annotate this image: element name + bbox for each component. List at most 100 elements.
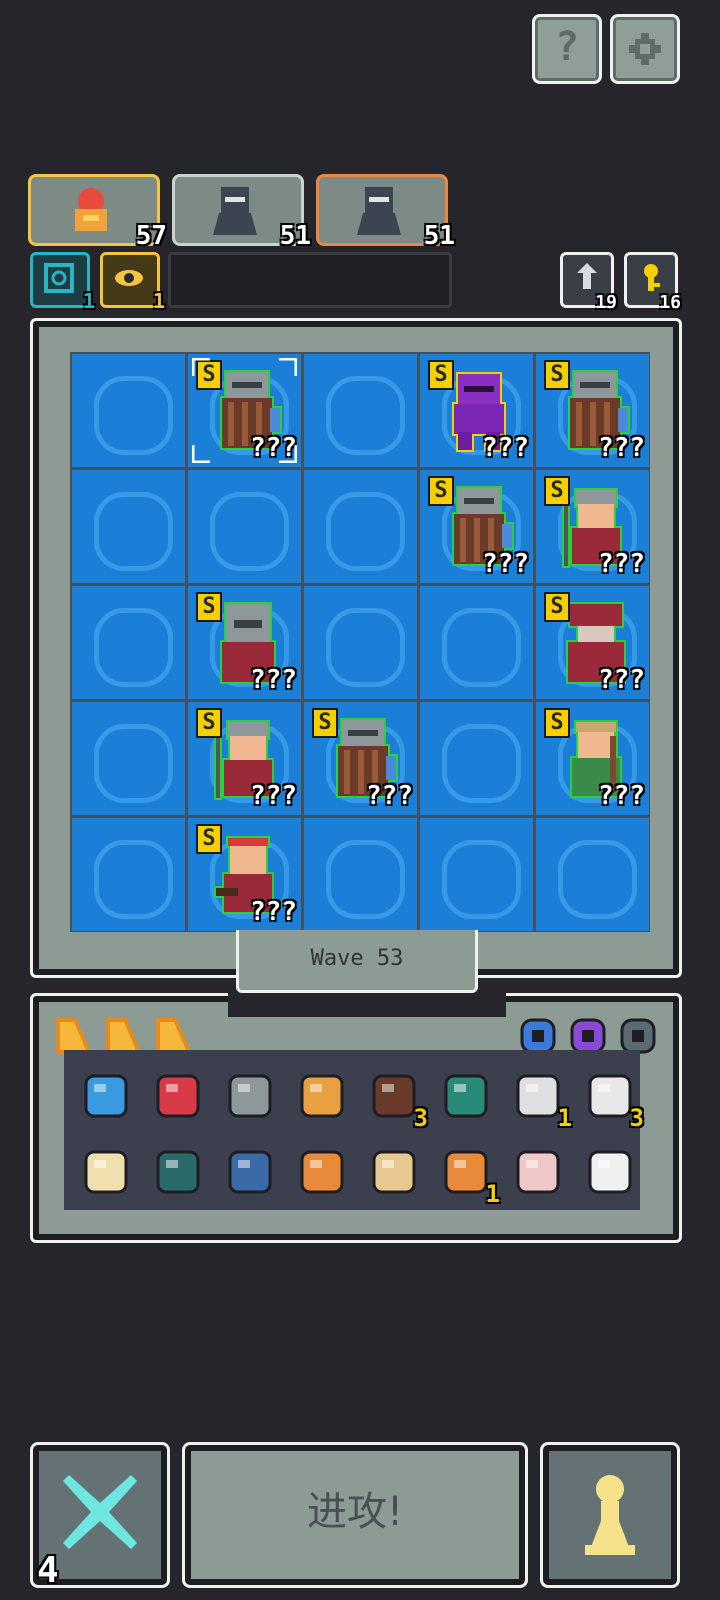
- board-cell[interactable]: S???: [188, 586, 301, 699]
- board-cell[interactable]: [304, 354, 417, 467]
- tile-pattern: [326, 840, 405, 919]
- wave-counter: Wave 53: [236, 930, 478, 993]
- cauldron-icon[interactable]: [148, 1142, 208, 1202]
- unit-stat: ???: [598, 781, 645, 811]
- tile-pattern: [326, 608, 405, 687]
- rank-badge: S: [196, 592, 222, 622]
- unit-stat: ???: [482, 433, 529, 463]
- ship-icon[interactable]: [292, 1066, 352, 1126]
- bone-icon[interactable]: 3: [580, 1066, 644, 1132]
- deploy-button[interactable]: [540, 1442, 680, 1588]
- board-cell[interactable]: S???: [188, 354, 301, 467]
- board-cell[interactable]: [420, 818, 533, 931]
- help-icon: ?: [554, 24, 580, 70]
- altar-icon[interactable]: [436, 1066, 496, 1126]
- relic-count: 1: [152, 289, 165, 313]
- cancel-count: 4: [37, 1550, 59, 1591]
- settings-button[interactable]: [610, 14, 680, 84]
- unit-archer[interactable]: S???: [536, 702, 649, 815]
- board-cell[interactable]: [188, 470, 301, 583]
- bell-hero-icon: [69, 185, 113, 235]
- tile-pattern: [94, 608, 173, 687]
- hero-level: 57: [135, 221, 167, 251]
- help-button[interactable]: ?: [532, 14, 602, 84]
- board-cell[interactable]: [72, 586, 185, 699]
- paper-roll-icon[interactable]: [508, 1142, 568, 1202]
- board-cell[interactable]: [304, 818, 417, 931]
- unit-helmet-knight[interactable]: S???: [188, 586, 301, 699]
- reroll-icon: [573, 263, 601, 293]
- board-cell[interactable]: S???: [536, 470, 649, 583]
- board-cell[interactable]: S???: [536, 702, 649, 815]
- potion-icon[interactable]: [580, 1142, 640, 1202]
- scroll-icon[interactable]: [364, 1142, 424, 1202]
- tile-pattern: [94, 840, 173, 919]
- rank-badge: S: [428, 360, 454, 390]
- ninja-hero-icon: [357, 185, 401, 235]
- item-count: 1: [485, 1180, 500, 1208]
- resource-count: 16: [659, 292, 681, 313]
- board-cell[interactable]: S???: [420, 470, 533, 583]
- unit-purple-knight[interactable]: S???: [420, 354, 533, 467]
- attack-label: 进攻!: [306, 1489, 404, 1535]
- board-cell[interactable]: S???: [188, 702, 301, 815]
- cross-icon: [63, 1475, 137, 1549]
- battle-axe-icon[interactable]: [76, 1142, 136, 1202]
- unit-shield-knight[interactable]: S???: [420, 470, 533, 583]
- board-cell[interactable]: [72, 702, 185, 815]
- inventory-grid: 3 1 3 1: [64, 1050, 644, 1210]
- mirror-icon[interactable]: [220, 1142, 280, 1202]
- unit-spear-soldier[interactable]: S???: [188, 702, 301, 815]
- board-cell[interactable]: [536, 818, 649, 931]
- hero-card[interactable]: 51: [316, 174, 455, 251]
- blue-gem-ring-icon[interactable]: [76, 1066, 136, 1126]
- unit-headband-fighter[interactable]: S???: [188, 818, 301, 931]
- attack-button[interactable]: 进攻!: [182, 1442, 528, 1588]
- board-cell[interactable]: S???: [536, 586, 649, 699]
- relic-slot[interactable]: 1: [100, 252, 165, 313]
- board-cell[interactable]: [304, 586, 417, 699]
- rank-badge: S: [196, 708, 222, 738]
- anvil-icon[interactable]: 1: [508, 1066, 572, 1132]
- unit-red-mage[interactable]: S???: [536, 586, 649, 699]
- rank-badge: S: [544, 592, 570, 622]
- board-cell[interactable]: [420, 586, 533, 699]
- eye-icon: [114, 263, 144, 293]
- board-cell[interactable]: [72, 470, 185, 583]
- rank-badge: S: [312, 708, 338, 738]
- unit-shield-knight[interactable]: S???: [536, 354, 649, 467]
- board-cell[interactable]: [304, 470, 417, 583]
- tile-pattern: [210, 492, 289, 571]
- tile-pattern: [442, 724, 521, 803]
- resource-slot: 16: [624, 252, 681, 313]
- board-cell[interactable]: S???: [536, 354, 649, 467]
- hammer-icon[interactable]: [220, 1066, 280, 1126]
- relic-slot[interactable]: 1: [30, 252, 95, 313]
- cancel-button[interactable]: 4: [30, 1442, 170, 1591]
- item-count: 3: [629, 1104, 644, 1132]
- rank-badge: S: [428, 476, 454, 506]
- tile-pattern: [442, 840, 521, 919]
- selection-brackets: [192, 358, 297, 463]
- board-cell[interactable]: [420, 702, 533, 815]
- tile-pattern: [558, 840, 637, 919]
- board-cell[interactable]: S???: [304, 702, 417, 815]
- unit-shield-knight[interactable]: S???: [304, 702, 417, 815]
- baguette-icon[interactable]: [292, 1142, 352, 1202]
- telescope-icon[interactable]: 3: [364, 1066, 428, 1132]
- unit-stat: ???: [250, 665, 297, 695]
- pawn-icon: [585, 1475, 635, 1555]
- red-gem-ring-icon[interactable]: [148, 1066, 208, 1126]
- board-cell[interactable]: S???: [188, 818, 301, 931]
- unit-shield-knight[interactable]: S???: [188, 354, 301, 467]
- hero-card[interactable]: 57: [28, 174, 167, 251]
- bell-icon[interactable]: 1: [436, 1142, 500, 1208]
- unit-spear-soldier[interactable]: S???: [536, 470, 649, 583]
- hero-level: 51: [279, 221, 311, 251]
- rank-badge: S: [544, 360, 570, 390]
- board-cell[interactable]: [72, 818, 185, 931]
- rank-badge: S: [544, 476, 570, 506]
- hero-card[interactable]: 51: [172, 174, 311, 251]
- board-cell[interactable]: S???: [420, 354, 533, 467]
- board-cell[interactable]: [72, 354, 185, 467]
